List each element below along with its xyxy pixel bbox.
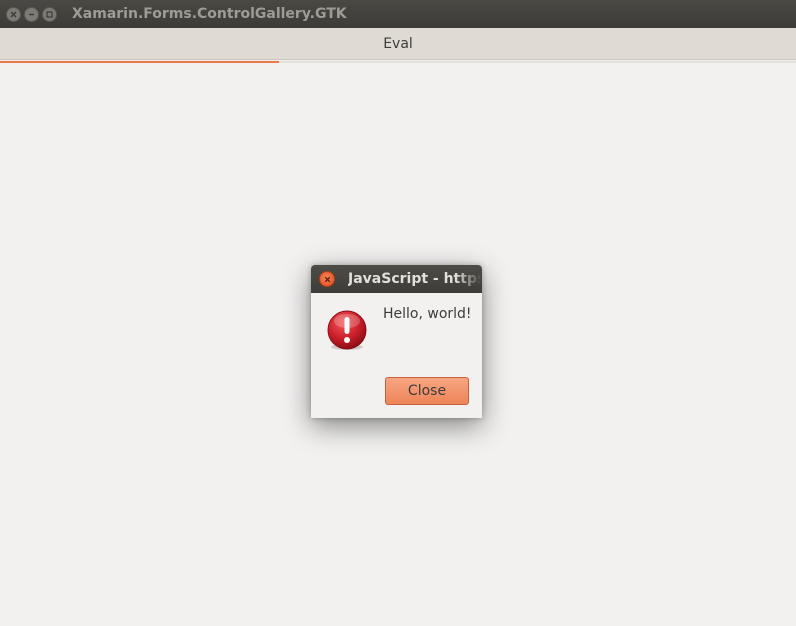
- close-icon[interactable]: [6, 6, 21, 22]
- minimize-icon[interactable]: [24, 6, 39, 22]
- window-title: Xamarin.Forms.ControlGallery.GTK: [72, 6, 347, 22]
- app-window: Xamarin.Forms.ControlGallery.GTK Eval Ja…: [0, 0, 796, 626]
- dialog-titlebar[interactable]: JavaScript - https: [311, 265, 482, 293]
- window-controls: [6, 0, 57, 28]
- close-button[interactable]: Close: [385, 377, 469, 405]
- dialog-title: JavaScript - https: [348, 271, 482, 287]
- javascript-alert-dialog: JavaScript - https Hello, world! Close: [311, 265, 482, 418]
- header-bar: Eval: [0, 28, 796, 60]
- error-icon: [326, 310, 368, 352]
- close-icon[interactable]: [319, 271, 335, 287]
- maximize-icon[interactable]: [42, 6, 57, 22]
- dialog-message: Hello, world!: [383, 306, 472, 322]
- dialog-body: Hello, world! Close: [311, 293, 482, 418]
- page-title: Eval: [383, 35, 413, 52]
- window-titlebar[interactable]: Xamarin.Forms.ControlGallery.GTK: [0, 0, 796, 28]
